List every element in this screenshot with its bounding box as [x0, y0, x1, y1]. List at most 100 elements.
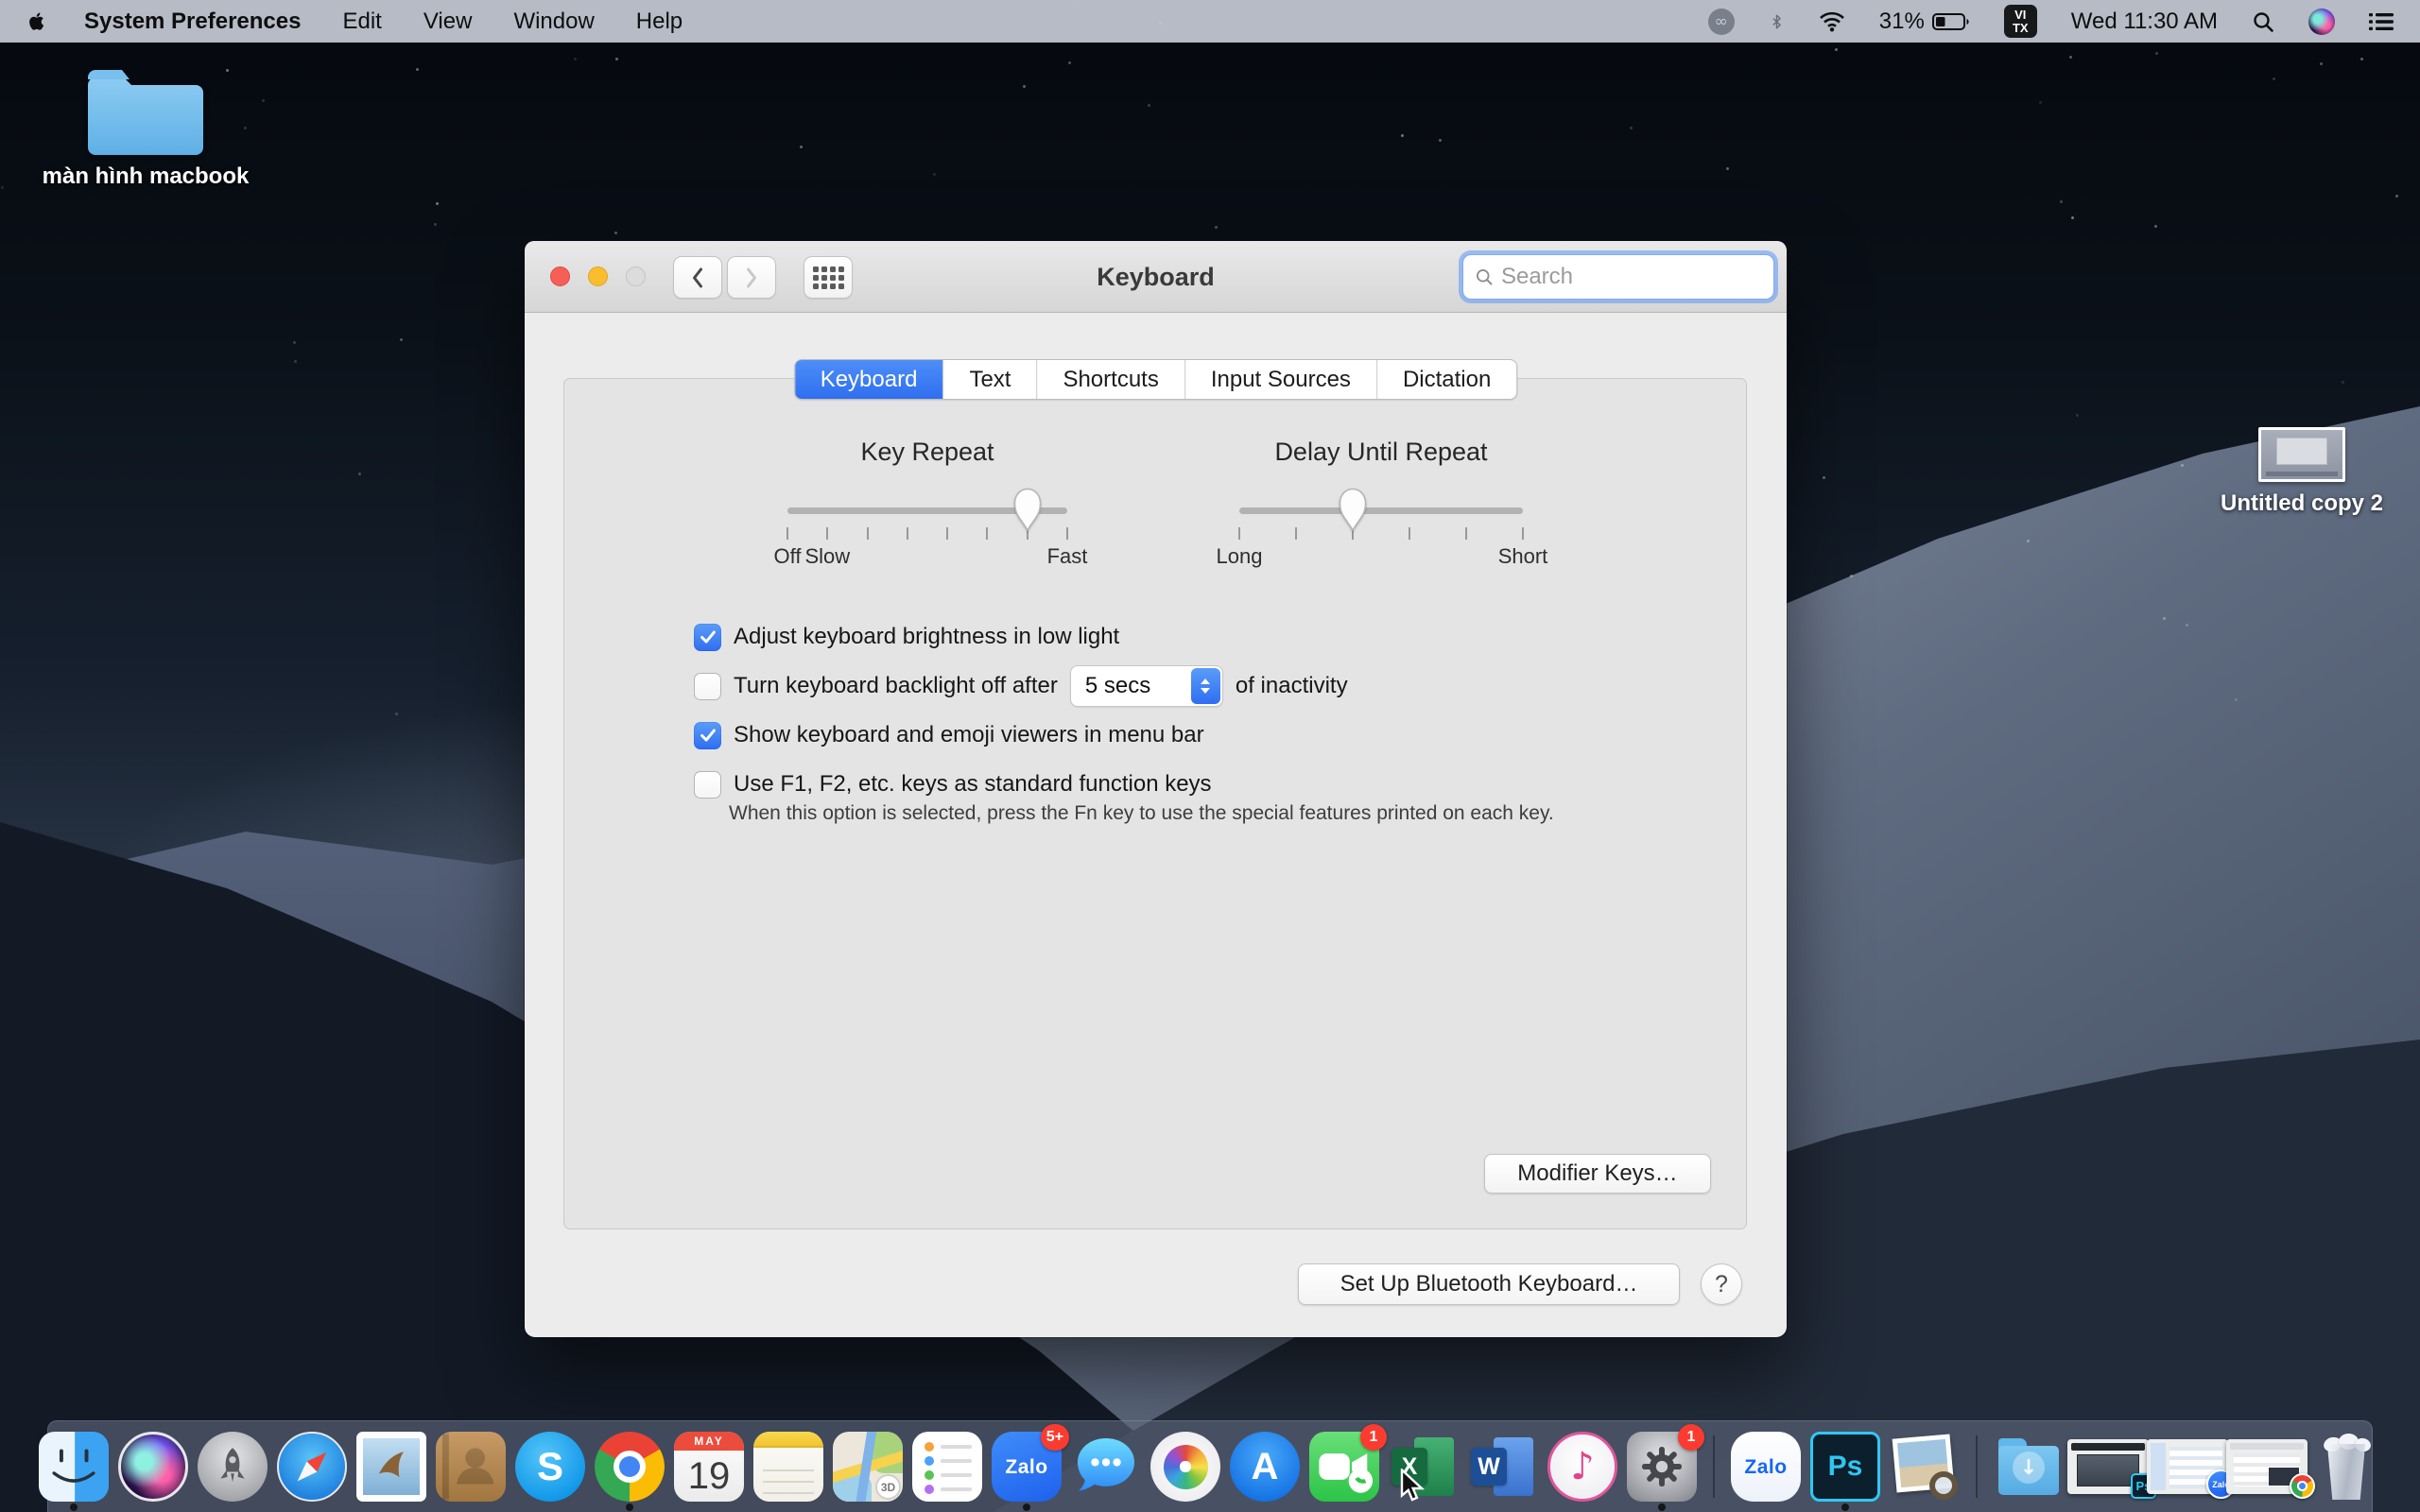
- backlight-timeout-dropdown[interactable]: 5 secs: [1070, 665, 1223, 707]
- check-icon: [698, 627, 718, 647]
- dock-item-safari[interactable]: [277, 1432, 347, 1502]
- dock-item-calendar[interactable]: MAY 19: [674, 1432, 744, 1502]
- battery-status[interactable]: 31%: [1879, 9, 1970, 35]
- input-source-icon[interactable]: VI TX: [2004, 5, 2037, 38]
- tab-keyboard[interactable]: Keyboard: [795, 360, 943, 399]
- menubar-app-name[interactable]: System Preferences: [84, 9, 301, 35]
- slider-tick: [867, 527, 869, 540]
- siri-icon[interactable]: [2308, 9, 2335, 35]
- delay-until-repeat-slider[interactable]: Long Short: [1239, 491, 1523, 600]
- itunes-icon: ♪: [1547, 1432, 1617, 1502]
- dock-item-skype[interactable]: S: [515, 1432, 585, 1502]
- checkbox-fn-keys[interactable]: [694, 771, 721, 799]
- slider-tick: [986, 527, 988, 540]
- siri-icon: [118, 1432, 188, 1502]
- menu-view[interactable]: View: [424, 9, 473, 35]
- dock-item-itunes[interactable]: ♪: [1547, 1432, 1617, 1502]
- apple-menu-icon[interactable]: [26, 10, 48, 32]
- launchpad-icon: [198, 1432, 268, 1502]
- tab-input-sources[interactable]: Input Sources: [1184, 360, 1376, 399]
- trash-icon: [2311, 1432, 2381, 1502]
- safari-icon: [277, 1432, 347, 1502]
- minimize-button[interactable]: [588, 266, 608, 286]
- word-icon: W: [1468, 1432, 1538, 1502]
- slider-tick: [1522, 527, 1524, 540]
- dock-item-photos[interactable]: [1150, 1432, 1220, 1502]
- checkbox-show-viewers[interactable]: [694, 722, 721, 749]
- calendar-icon: MAY 19: [674, 1432, 744, 1502]
- key-repeat-title: Key Repeat: [786, 438, 1069, 467]
- dock-item-min-zalo[interactable]: Zalo: [2152, 1432, 2222, 1502]
- dock-item-sysprefs[interactable]: 1: [1627, 1432, 1697, 1502]
- search-field[interactable]: [1462, 254, 1774, 300]
- desktop-file[interactable]: Untitled copy 2: [2203, 427, 2401, 517]
- dock-item-min-photoshop[interactable]: Ps: [2073, 1432, 2143, 1502]
- dock-item-maps[interactable]: 3D: [833, 1432, 903, 1502]
- dock-item-min-chrome[interactable]: [2232, 1432, 2302, 1502]
- menu-help[interactable]: Help: [636, 9, 683, 35]
- slider-thumb[interactable]: [1337, 487, 1369, 532]
- tab-text[interactable]: Text: [942, 360, 1036, 399]
- checkbox-adjust-brightness[interactable]: [694, 624, 721, 651]
- excel-icon: X: [1389, 1432, 1459, 1502]
- dock-item-photoshop[interactable]: Ps: [1810, 1432, 1880, 1502]
- dock-item-notes[interactable]: [753, 1432, 823, 1502]
- tab-shortcuts[interactable]: Shortcuts: [1036, 360, 1184, 399]
- dock-item-mail[interactable]: [356, 1432, 426, 1502]
- running-indicator: [70, 1503, 78, 1511]
- dock: S MAY 19 3D Zalo 5+ A 1 X W ♪ 1 Zalo Ps ↓ Ps Zalo: [47, 1420, 2373, 1512]
- delay-until-repeat-title: Delay Until Repeat: [1239, 438, 1523, 467]
- dock-item-word[interactable]: W: [1468, 1432, 1538, 1502]
- skype-icon: S: [515, 1432, 585, 1502]
- mail-icon: [356, 1432, 426, 1502]
- min-chrome-icon: [2232, 1432, 2302, 1502]
- back-button[interactable]: [673, 256, 722, 299]
- tab-dictation[interactable]: Dictation: [1376, 360, 1516, 399]
- show-all-button[interactable]: [804, 256, 853, 299]
- dock-item-contacts[interactable]: [436, 1432, 506, 1502]
- window-titlebar[interactable]: [525, 241, 1787, 313]
- menubar-clock[interactable]: Wed 11:30 AM: [2071, 9, 2218, 35]
- notification-badge: 1: [1678, 1424, 1704, 1451]
- photos-icon: [1150, 1432, 1220, 1502]
- help-button[interactable]: ?: [1701, 1263, 1742, 1305]
- setup-bluetooth-keyboard-button[interactable]: Set Up Bluetooth Keyboard…: [1298, 1263, 1680, 1305]
- dock-item-reminders[interactable]: [912, 1432, 982, 1502]
- dock-item-facetime[interactable]: 1: [1309, 1432, 1379, 1502]
- search-input[interactable]: [1501, 264, 1762, 290]
- wifi-icon[interactable]: [1819, 11, 1845, 32]
- stepper-control[interactable]: [1191, 668, 1220, 704]
- close-button[interactable]: [550, 266, 570, 286]
- desktop-folder[interactable]: màn hình macbook: [45, 64, 246, 190]
- dock-separator: [1713, 1435, 1715, 1498]
- slider-tick: [1066, 527, 1068, 540]
- dock-item-appstore[interactable]: A: [1230, 1432, 1300, 1502]
- chrome-icon: [595, 1432, 665, 1502]
- dock-item-preview[interactable]: [1890, 1432, 1960, 1502]
- checkbox-backlight-off[interactable]: [694, 673, 721, 700]
- notification-center-icon[interactable]: [2369, 12, 2394, 31]
- dock-item-zalo[interactable]: Zalo 5+: [992, 1432, 1062, 1502]
- dock-item-trash[interactable]: [2311, 1432, 2381, 1502]
- slider-thumb[interactable]: [1011, 487, 1044, 532]
- dock-item-messages[interactable]: [1071, 1432, 1141, 1502]
- dock-item-chrome[interactable]: [595, 1432, 665, 1502]
- contacts-icon: [436, 1432, 506, 1502]
- modifier-keys-button[interactable]: Modifier Keys…: [1484, 1154, 1711, 1194]
- menu-edit[interactable]: Edit: [342, 9, 381, 35]
- dock-item-finder[interactable]: [39, 1432, 109, 1502]
- slider-tick-label: Long: [1217, 544, 1263, 569]
- bluetooth-icon[interactable]: [1769, 10, 1785, 33]
- slider-track[interactable]: [1239, 507, 1523, 514]
- forward-button[interactable]: [727, 256, 776, 299]
- dock-item-excel[interactable]: X: [1389, 1432, 1459, 1502]
- slider-tick: [946, 527, 948, 540]
- key-repeat-slider[interactable]: Off Slow Fast: [787, 491, 1067, 600]
- dock-item-zalo-light[interactable]: Zalo: [1731, 1432, 1801, 1502]
- dock-item-launchpad[interactable]: [198, 1432, 268, 1502]
- dock-item-siri[interactable]: [118, 1432, 188, 1502]
- creative-cloud-icon[interactable]: ∞: [1708, 9, 1735, 35]
- dock-item-downloads[interactable]: ↓: [1994, 1432, 2064, 1502]
- spotlight-icon[interactable]: [2252, 10, 2274, 33]
- menu-window[interactable]: Window: [513, 9, 594, 35]
